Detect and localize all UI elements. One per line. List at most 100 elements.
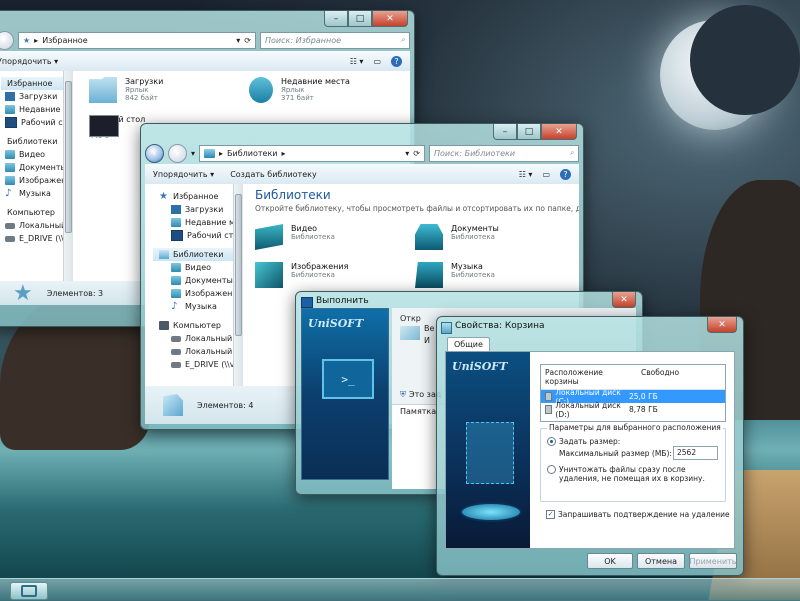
library-name: Изображения xyxy=(291,262,349,271)
memory-label: Памятка xyxy=(400,407,437,416)
close-button[interactable]: ✕ xyxy=(541,124,577,140)
address-bar[interactable]: ★ ▸ Избранное ▾ ⟳ xyxy=(18,31,256,49)
chevron-down-icon[interactable]: ▾ xyxy=(405,149,409,158)
max-size-input[interactable]: 2562 xyxy=(673,446,718,460)
close-button[interactable]: ✕ xyxy=(612,292,636,308)
nav-favorites[interactable]: Избранное xyxy=(1,77,71,90)
organize-menu[interactable]: Упорядочить ▾ xyxy=(153,170,214,179)
command-toolbar: Упорядочить ▾ Создать библиотеку ☷ ▾ ▭ ? xyxy=(145,164,579,185)
scrollbar-thumb[interactable] xyxy=(65,81,72,233)
nav-desktop[interactable]: Рабочий стол xyxy=(153,229,237,242)
nav-music[interactable]: ♪ Музыка xyxy=(1,187,71,200)
nav-video[interactable]: Видео xyxy=(153,261,237,274)
create-library-button[interactable]: Создать библиотеку xyxy=(230,170,317,179)
file-size: 371 байт xyxy=(281,94,314,102)
nav-images[interactable]: Изображения xyxy=(153,287,237,300)
close-button[interactable]: ✕ xyxy=(707,317,737,333)
refresh-icon[interactable]: ⟳ xyxy=(244,36,251,45)
nav-scrollbar[interactable] xyxy=(63,71,73,281)
nav-computer[interactable]: Компьютер xyxy=(153,319,237,332)
nav-recent[interactable]: Недавние места xyxy=(153,216,237,229)
organize-menu[interactable]: Упорядочить ▾ xyxy=(0,57,58,66)
library-item[interactable]: Изображения Библиотека xyxy=(255,262,348,288)
checkbox-icon: ✓ xyxy=(546,510,555,519)
tab-general[interactable]: Общие xyxy=(447,337,490,351)
preview-pane-icon[interactable]: ▭ xyxy=(373,57,381,66)
cancel-button[interactable]: Отмена xyxy=(637,553,685,569)
chevron-down-icon[interactable]: ▾ xyxy=(236,36,240,45)
nav-favorites[interactable]: ★ Избранное xyxy=(153,190,237,203)
maximize-button[interactable]: □ xyxy=(348,11,372,27)
nav-edrive[interactable]: E_DRIVE (\\vboxs xyxy=(153,358,237,371)
nav-music[interactable]: ♪ Музыка xyxy=(153,300,237,313)
windows-logo-icon xyxy=(21,585,37,597)
search-input[interactable]: Поиск: Библиотеки ⌕ xyxy=(429,144,579,162)
address-bar[interactable]: ▸ Библиотеки ▸ ▾ ⟳ xyxy=(199,144,425,162)
refresh-icon[interactable]: ⟳ xyxy=(413,149,420,158)
chevron-right-icon: ▸ xyxy=(34,35,39,45)
minimize-button[interactable]: – xyxy=(324,11,348,27)
scrollbar-thumb[interactable] xyxy=(235,194,242,336)
nav-local-disk-label: Локальный диск xyxy=(185,347,237,356)
preview-pane-icon[interactable]: ▭ xyxy=(542,170,550,179)
file-item[interactable]: Загрузки Ярлык 842 байт xyxy=(89,77,163,103)
nav-favorites-label: Избранное xyxy=(173,192,219,201)
file-item[interactable]: Рабочий столЯрлык443 б xyxy=(89,115,145,140)
delete-immediately-radio[interactable]: Уничтожать файлы сразу после удаления, н… xyxy=(547,465,717,483)
view-options-icon[interactable]: ☷ ▾ xyxy=(519,170,533,179)
column-free[interactable]: Свободно xyxy=(641,368,679,386)
unisoft-banner: UniSOFT xyxy=(446,352,530,548)
confirm-delete-checkbox[interactable]: ✓ Запрашивать подтверждение на удаление xyxy=(546,510,730,519)
nav-edrive[interactable]: E_DRIVE (\\vboxs xyxy=(1,232,71,245)
custom-size-radio[interactable]: Задать размер: xyxy=(547,437,620,446)
titlebar[interactable]: Свойства: Корзина ✕ xyxy=(437,317,743,339)
search-placeholder: Поиск: Библиотеки xyxy=(434,148,516,158)
location-list[interactable]: Расположение корзины Свободно Локальный … xyxy=(540,364,726,422)
library-item[interactable]: Музыка Библиотека xyxy=(415,262,495,288)
nav-documents-label: Документы xyxy=(185,276,233,285)
nav-recent[interactable]: Недавние места xyxy=(1,103,71,116)
forward-button[interactable]: › xyxy=(0,30,14,50)
drive-free: 8,78 ГБ xyxy=(629,405,658,414)
history-dropdown-icon[interactable]: ▾ xyxy=(191,149,195,158)
view-options-icon[interactable]: ☷ ▾ xyxy=(350,57,364,66)
column-location[interactable]: Расположение корзины xyxy=(545,368,629,386)
nav-downloads[interactable]: Загрузки xyxy=(153,203,237,216)
help-icon[interactable]: ? xyxy=(560,168,571,180)
library-type: Библиотека xyxy=(451,233,495,241)
computer-icon xyxy=(159,321,169,330)
nav-local-disk[interactable]: Локальный диск xyxy=(153,332,237,345)
nav-computer[interactable]: Компьютер xyxy=(1,206,71,219)
maximize-button[interactable]: □ xyxy=(517,124,541,140)
nav-images[interactable]: Изображения xyxy=(1,174,71,187)
nav-desktop[interactable]: Рабочий стол xyxy=(1,116,71,129)
nav-documents[interactable]: Документы xyxy=(1,161,71,174)
nav-local-disk[interactable]: Локальный диск xyxy=(1,219,71,232)
nav-video[interactable]: Видео xyxy=(1,148,71,161)
file-item[interactable]: Недавние места Ярлык 371 байт xyxy=(249,77,350,103)
library-item[interactable]: Документы Библиотека xyxy=(415,224,499,250)
max-size-label: Максимальный размер (МБ): xyxy=(559,449,672,458)
start-button[interactable] xyxy=(10,582,48,600)
page-subtitle: Откройте библиотеку, чтобы просмотреть ф… xyxy=(255,204,579,213)
minimize-button[interactable]: – xyxy=(493,124,517,140)
recycle-bin-properties-dialog[interactable]: Свойства: Корзина ✕ Общие UniSOFT Распол… xyxy=(436,316,744,576)
ok-button[interactable]: OK xyxy=(587,553,633,569)
nav-documents[interactable]: Документы xyxy=(153,274,237,287)
apply-button[interactable]: Применить xyxy=(689,553,737,569)
nav-libraries[interactable]: Библиотеки xyxy=(153,248,237,261)
close-button[interactable]: ✕ xyxy=(372,11,408,27)
forward-button[interactable]: › xyxy=(168,143,187,163)
back-button[interactable]: ‹ xyxy=(145,143,164,163)
nav-scrollbar[interactable] xyxy=(233,184,243,386)
nav-libraries[interactable]: Библиотеки xyxy=(1,135,71,148)
library-item[interactable]: Видео Библиотека xyxy=(255,224,335,250)
nav-desktop-label: Рабочий стол xyxy=(187,231,237,240)
help-icon[interactable]: ? xyxy=(391,55,402,67)
table-row[interactable]: Локальный диск (D:) 8,78 ГБ xyxy=(541,401,725,419)
radio-icon xyxy=(547,465,556,474)
disk-icon xyxy=(545,405,553,414)
nav-local-disk[interactable]: Локальный диск xyxy=(153,345,237,358)
nav-downloads[interactable]: Загрузки xyxy=(1,90,71,103)
search-input[interactable]: Поиск: Избранное ⌕ xyxy=(260,31,410,49)
